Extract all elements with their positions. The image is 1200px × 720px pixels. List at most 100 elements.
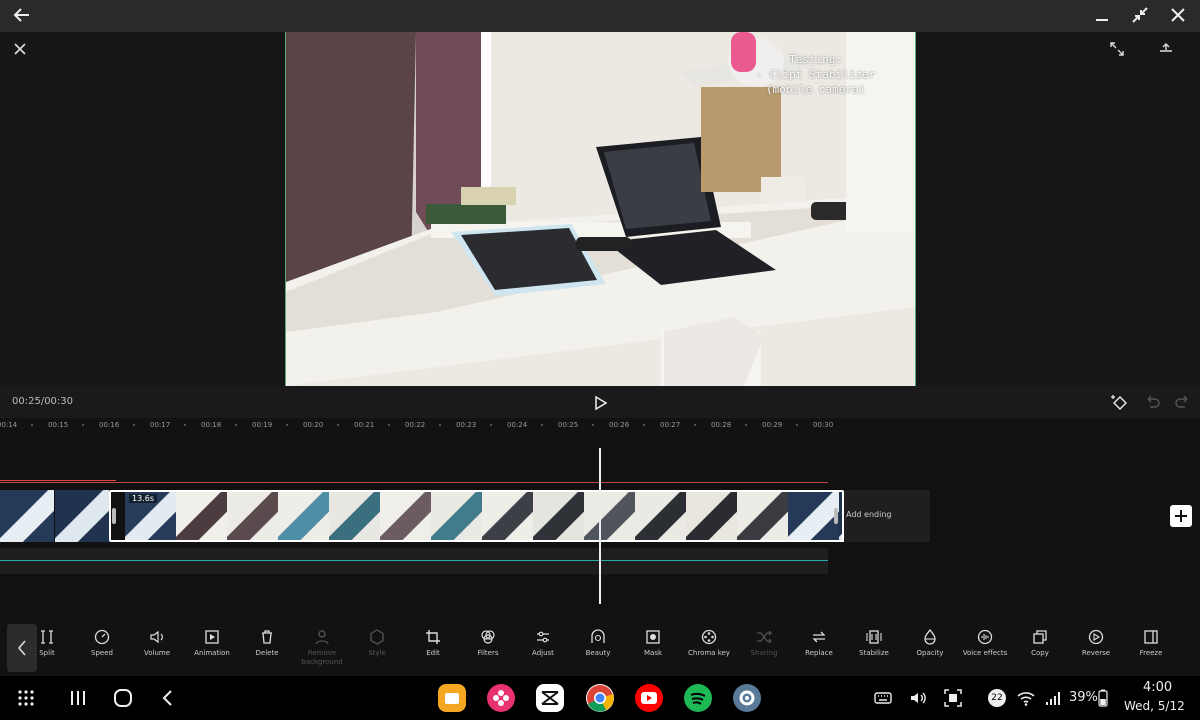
tool-filters[interactable]: Filters bbox=[461, 628, 515, 658]
screenshot-icon[interactable] bbox=[943, 688, 963, 712]
stabilize-icon bbox=[865, 628, 883, 646]
sliders-icon bbox=[534, 628, 552, 646]
tool-reverse[interactable]: Reverse bbox=[1069, 628, 1123, 658]
trim-handle-right[interactable] bbox=[834, 508, 838, 524]
tool-opacity[interactable]: Opacity bbox=[903, 628, 957, 658]
settings-app-icon[interactable] bbox=[733, 684, 761, 712]
tool-animation[interactable]: Animation bbox=[185, 628, 239, 658]
audio-track[interactable] bbox=[0, 548, 828, 574]
tool-volume[interactable]: Volume bbox=[130, 628, 184, 658]
ruler-dot bbox=[439, 424, 441, 426]
ruler-dot bbox=[133, 424, 135, 426]
selected-clip[interactable] bbox=[109, 490, 844, 542]
battery-percent: 39% bbox=[1069, 690, 1098, 705]
close-window-icon[interactable] bbox=[1166, 4, 1190, 28]
volume-status-icon[interactable] bbox=[908, 688, 928, 712]
ruler-tick-label: 00:29 bbox=[762, 421, 783, 429]
tool-style[interactable]: Style bbox=[350, 628, 404, 658]
tool-label: Animation bbox=[194, 649, 230, 657]
filters-icon bbox=[479, 628, 497, 646]
minimize-icon[interactable] bbox=[1090, 4, 1114, 28]
fullscreen-icon[interactable] bbox=[1106, 41, 1128, 63]
my-files-app-icon[interactable] bbox=[438, 684, 466, 712]
video-track[interactable]: 13.6s bbox=[0, 490, 890, 542]
clock-date: Wed, 5/12 bbox=[1124, 699, 1185, 713]
volume-icon bbox=[148, 628, 166, 646]
ruler-dot bbox=[184, 424, 186, 426]
app-drawer-icon[interactable] bbox=[16, 688, 36, 712]
audio-waveform bbox=[0, 560, 828, 561]
tool-label: Replace bbox=[805, 649, 833, 657]
tool-replace[interactable]: Replace bbox=[792, 628, 846, 658]
ruler-tick-label: 00:27 bbox=[660, 421, 681, 429]
time-ruler[interactable]: 00:14 00:15 00:16 00:17 00:18 00:19 00:20 00:21… bbox=[0, 418, 1200, 434]
back-nav-icon[interactable] bbox=[158, 688, 178, 712]
reverse-icon bbox=[1087, 628, 1105, 646]
close-icon[interactable] bbox=[9, 41, 31, 63]
tool-delete[interactable]: Delete bbox=[240, 628, 294, 658]
tool-label: Beauty bbox=[585, 649, 611, 657]
tool-label: Chroma key bbox=[688, 649, 730, 657]
tool-adjust[interactable]: Adjust bbox=[516, 628, 570, 658]
person-icon bbox=[313, 628, 331, 646]
notification-badge[interactable]: 22 bbox=[988, 689, 1006, 707]
copy-icon bbox=[1031, 628, 1049, 646]
tool-speed[interactable]: Speed bbox=[75, 628, 129, 658]
ruler-dot bbox=[82, 424, 84, 426]
wifi-icon bbox=[1016, 688, 1036, 712]
restore-icon[interactable] bbox=[1128, 4, 1152, 28]
playhead[interactable] bbox=[599, 448, 601, 604]
youtube-app-icon[interactable] bbox=[635, 684, 663, 712]
redo-icon[interactable] bbox=[1173, 393, 1193, 417]
tool-sharing[interactable]: Sharing bbox=[737, 628, 791, 658]
trash-icon bbox=[258, 628, 276, 646]
tool-voice-effects[interactable]: Voice effects bbox=[958, 628, 1012, 658]
battery-icon bbox=[1098, 689, 1108, 711]
trim-handle-left[interactable] bbox=[112, 508, 116, 524]
crop-icon bbox=[424, 628, 442, 646]
play-icon[interactable] bbox=[590, 393, 610, 413]
chrome-app-icon[interactable] bbox=[586, 684, 614, 712]
keyboard-icon[interactable] bbox=[873, 688, 893, 712]
home-icon[interactable] bbox=[112, 687, 134, 713]
tool-freeze[interactable]: Freeze bbox=[1124, 628, 1178, 658]
tool-label: Stabilize bbox=[859, 649, 889, 657]
add-clip-button[interactable] bbox=[1170, 505, 1192, 527]
audio-marker-line bbox=[0, 480, 116, 481]
tool-remove-background[interactable]: Remove background bbox=[295, 628, 349, 667]
voice-icon bbox=[976, 628, 994, 646]
video-preview[interactable]: Testing: - Clipt Stabilizer (mobile came… bbox=[285, 32, 916, 386]
undo-icon[interactable] bbox=[1142, 393, 1162, 417]
ruler-tick-label: 00:21 bbox=[354, 421, 375, 429]
tool-copy[interactable]: Copy bbox=[1013, 628, 1067, 658]
tool-beauty[interactable]: Beauty bbox=[571, 628, 625, 658]
speed-icon bbox=[93, 628, 111, 646]
tool-label: Mask bbox=[643, 649, 663, 657]
ruler-tick-label: 00:28 bbox=[711, 421, 732, 429]
tool-chroma-key[interactable]: Chroma key bbox=[682, 628, 736, 658]
tool-label: Copy bbox=[1031, 649, 1049, 657]
tool-edit[interactable]: Edit bbox=[406, 628, 460, 658]
export-icon[interactable] bbox=[1155, 41, 1177, 63]
ruler-dot bbox=[643, 424, 645, 426]
recents-icon[interactable] bbox=[68, 688, 88, 712]
ruler-dot bbox=[286, 424, 288, 426]
tool-label: Adjust bbox=[532, 649, 554, 657]
capcut-app-icon[interactable] bbox=[536, 684, 564, 712]
tool-label: Freeze bbox=[1139, 649, 1163, 657]
add-ending-slot[interactable]: Add ending bbox=[844, 490, 930, 542]
arrow-left-icon[interactable] bbox=[10, 4, 34, 28]
cube-icon bbox=[368, 628, 386, 646]
tool-mask[interactable]: Mask bbox=[626, 628, 680, 658]
keyframe-icon[interactable] bbox=[1110, 393, 1130, 417]
video-overlay-text: Testing: - Clipt Stabilizer (mobile came… bbox=[756, 52, 875, 97]
overlay-line: - Clipt Stabilizer bbox=[756, 68, 876, 81]
spotify-app-icon[interactable] bbox=[684, 684, 712, 712]
ruler-tick-label: 00:25 bbox=[558, 421, 579, 429]
tool-stabilize[interactable]: Stabilize bbox=[847, 628, 901, 658]
ruler-dot bbox=[31, 424, 33, 426]
gallery-app-icon[interactable] bbox=[487, 684, 515, 712]
tool-label: Split bbox=[39, 649, 55, 657]
tool-split[interactable]: Split bbox=[20, 628, 74, 658]
ruler-dot bbox=[592, 424, 594, 426]
